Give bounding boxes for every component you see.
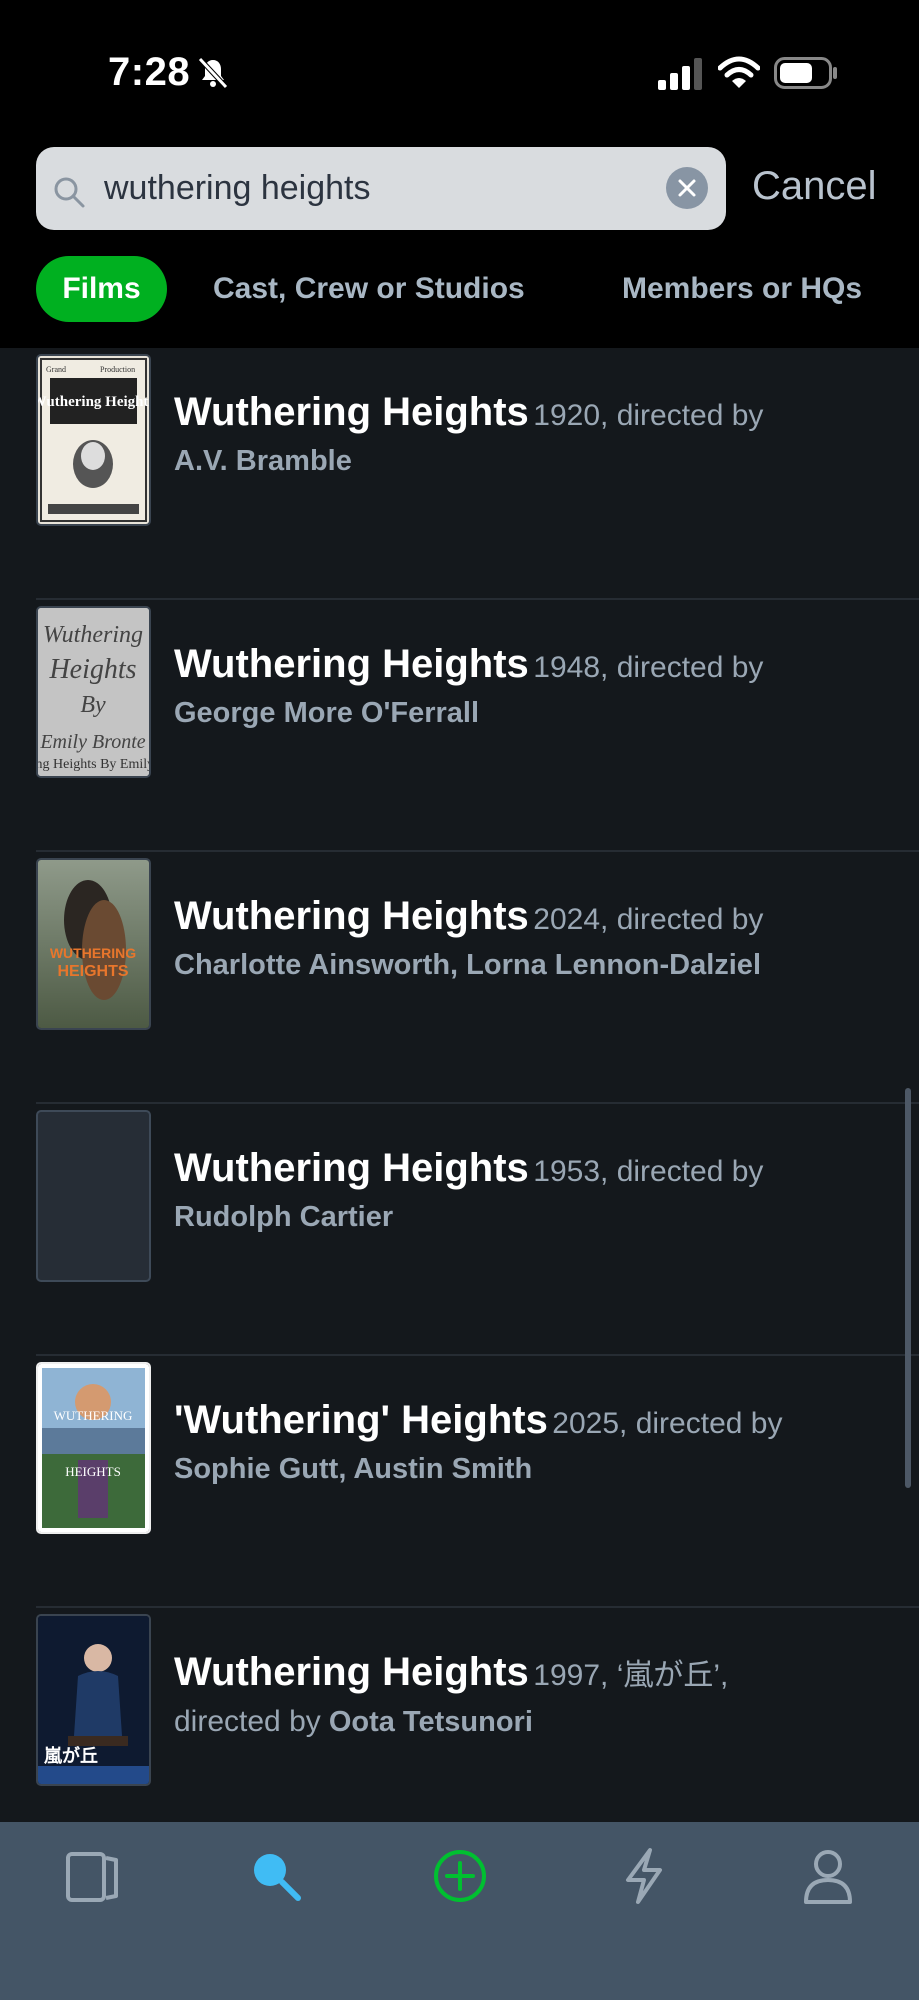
poster-art: WUTHERING HEIGHTS — [38, 860, 149, 1028]
search-results-list[interactable]: Grand Production Wuthering Heights Wuthe… — [0, 348, 919, 1822]
search-icon[interactable] — [246, 1846, 306, 1906]
bottom-tab-bar — [0, 1822, 919, 2000]
poster-text: HEIGHTS — [65, 1464, 121, 1479]
result-row[interactable]: WUTHERING HEIGHTS Wuthering Heights 2024… — [0, 852, 919, 1104]
film-year: 1953 — [533, 1155, 601, 1188]
poster-art: WUTHERING HEIGHTS — [38, 1364, 149, 1532]
search-query[interactable]: wuthering heights — [104, 169, 371, 208]
film-title[interactable]: Wuthering Heights — [174, 894, 529, 938]
film-poster[interactable]: WUTHERING HEIGHTS — [36, 858, 151, 1030]
svg-text:By: By — [80, 692, 106, 718]
activity-icon[interactable] — [614, 1846, 674, 1906]
film-year: 1948 — [533, 651, 601, 684]
tab-films[interactable]: Films — [36, 256, 167, 322]
svg-text:Wuthering: Wuthering — [43, 622, 143, 648]
poster-art: 嵐が丘 — [38, 1616, 149, 1784]
result-row[interactable]: Wuthering Heights By Emily Bronte Wuther… — [0, 600, 919, 852]
scrollbar[interactable] — [905, 1088, 911, 1488]
films-icon[interactable] — [62, 1846, 122, 1906]
directed-by-label: directed by — [616, 651, 764, 684]
film-directors[interactable]: Sophie Gutt, Austin Smith — [174, 1453, 894, 1486]
svg-text:HEIGHTS: HEIGHTS — [57, 963, 128, 980]
poster-text: Wuthering Heights By Emily Bronte — [38, 757, 149, 772]
wifi-icon — [718, 56, 760, 88]
film-directors[interactable]: Rudolph Cartier — [174, 1201, 894, 1234]
film-directors[interactable]: Charlotte Ainsworth, Lorna Lennon-Dalzie… — [174, 949, 894, 982]
film-title[interactable]: Wuthering Heights — [174, 642, 529, 686]
profile-icon[interactable] — [798, 1846, 858, 1906]
poster-text: Production — [100, 365, 135, 374]
film-year: 2025 — [552, 1407, 620, 1440]
film-directors[interactable]: George More O'Ferrall — [174, 697, 894, 730]
tab-members-hqs[interactable]: Members or HQs — [622, 256, 862, 322]
search-scope-tabs: Films Cast, Crew or Studios Members or H… — [0, 256, 919, 326]
directed-by-label: directed by — [174, 1705, 321, 1738]
poster-text: 嵐が丘 — [44, 1745, 98, 1767]
film-title[interactable]: Wuthering Heights — [174, 390, 529, 434]
search-input[interactable]: wuthering heights — [36, 147, 726, 230]
cellular-signal-icon — [658, 58, 702, 90]
film-poster[interactable]: WUTHERING HEIGHTS — [36, 1362, 151, 1534]
film-poster[interactable]: Grand Production Wuthering Heights — [36, 354, 151, 526]
film-title[interactable]: Wuthering Heights — [174, 1650, 529, 1694]
result-row[interactable]: Grand Production Wuthering Heights Wuthe… — [0, 348, 919, 600]
film-title[interactable]: Wuthering Heights — [174, 1146, 529, 1190]
svg-text:Heights: Heights — [48, 654, 136, 685]
bell-muted-icon — [198, 57, 228, 89]
film-year: 1997 — [533, 1659, 601, 1692]
result-row[interactable]: Wuthering Heights 1953, directed by Rudo… — [0, 1104, 919, 1356]
svg-text:Emily Bronte: Emily Bronte — [39, 731, 145, 753]
poster-text: Wuthering Heights — [38, 394, 149, 410]
film-directors[interactable]: A.V. Bramble — [174, 445, 894, 478]
close-icon — [678, 179, 696, 197]
film-year: 1920 — [533, 399, 601, 432]
search-header: wuthering heights Cancel Films Cast, Cre… — [0, 140, 919, 348]
svg-text:WUTHERING: WUTHERING — [50, 945, 136, 961]
directed-by-label: directed by — [616, 903, 764, 936]
result-row[interactable]: WUTHERING HEIGHTS 'Wuthering' Heights 20… — [0, 1356, 919, 1608]
poster-art: Grand Production Wuthering Heights — [38, 358, 149, 522]
status-bar: 7:28 — [0, 0, 919, 140]
film-directors[interactable]: Oota Tetsunori — [329, 1706, 533, 1738]
directed-by-label: directed by — [616, 1155, 764, 1188]
film-title[interactable]: 'Wuthering' Heights — [174, 1398, 548, 1442]
add-icon[interactable] — [430, 1846, 490, 1906]
film-poster[interactable]: 嵐が丘 — [36, 1614, 151, 1786]
result-row[interactable]: 嵐が丘 Wuthering Heights 1997, ‘嵐が丘’, direc… — [0, 1608, 919, 1822]
film-poster[interactable]: Wuthering Heights By Emily Bronte Wuther… — [36, 606, 151, 778]
cancel-button[interactable]: Cancel — [752, 164, 877, 209]
status-time: 7:28 — [108, 50, 191, 94]
poster-text: Grand — [46, 365, 66, 374]
search-icon — [54, 177, 85, 208]
film-alt-title: ‘嵐が丘’ — [616, 1659, 721, 1692]
tab-cast-crew-studios[interactable]: Cast, Crew or Studios — [213, 256, 525, 322]
poster-art: Wuthering Heights By Emily Bronte Wuther… — [38, 608, 149, 776]
film-poster-placeholder[interactable] — [36, 1110, 151, 1282]
clear-search-button[interactable] — [666, 167, 708, 209]
poster-text: WUTHERING — [54, 1408, 133, 1423]
battery-icon — [774, 57, 837, 89]
directed-by-label: directed by — [616, 399, 764, 432]
film-year: 2024 — [533, 903, 601, 936]
directed-by-label: directed by — [635, 1407, 783, 1440]
